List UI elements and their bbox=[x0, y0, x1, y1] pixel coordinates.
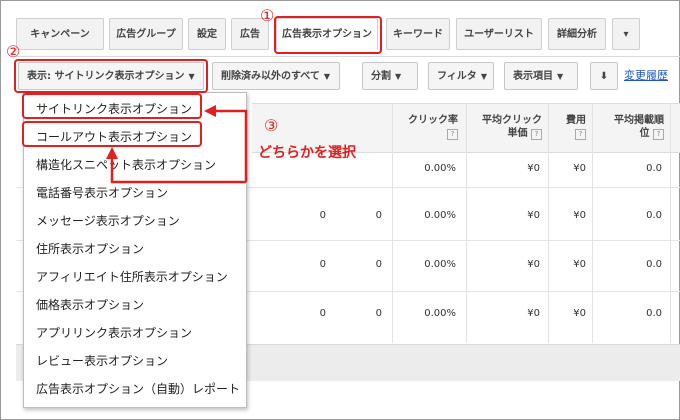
annotation-arrow-to-sitelinks bbox=[204, 105, 248, 182]
annotation-arrow-to-callouts bbox=[106, 147, 246, 184]
annotation-arrows bbox=[106, 105, 248, 184]
